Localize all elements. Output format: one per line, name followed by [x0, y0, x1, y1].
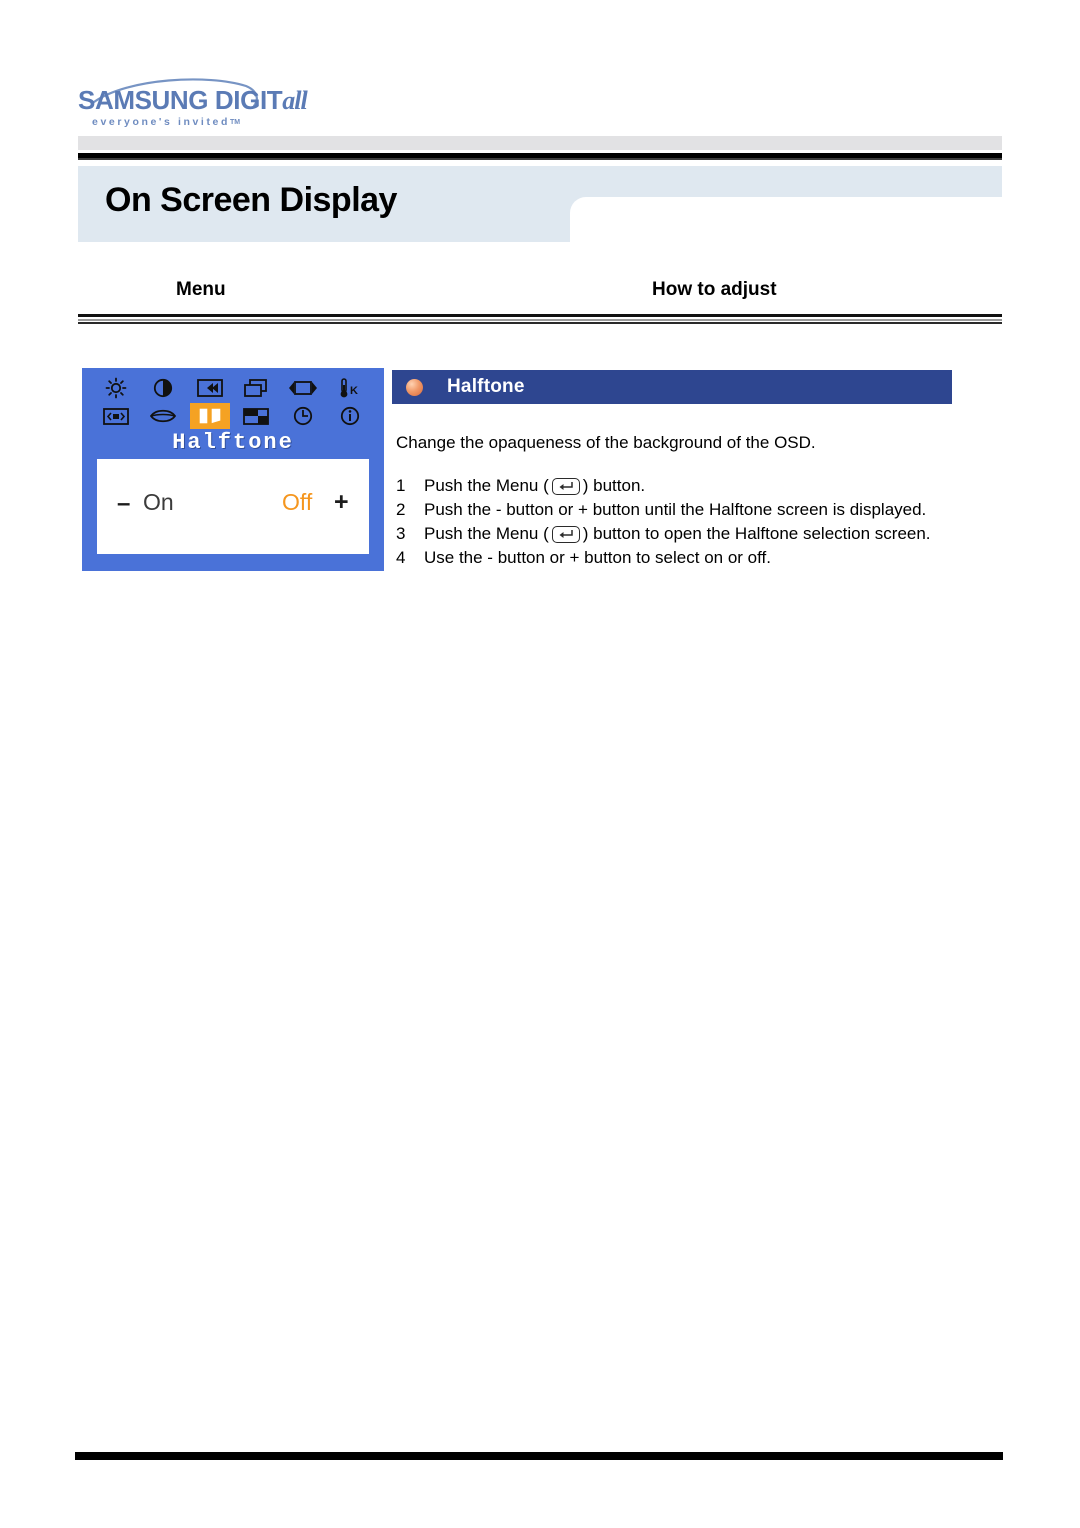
logo-wordmark: SAMSUNG DIGITall [78, 85, 308, 116]
logo-tagline-text: everyone's invited [92, 116, 231, 128]
menu-enter-key-icon [551, 477, 580, 495]
step-text: Use the - button or + button to select o… [424, 548, 771, 568]
osd-menu-label: Halftone [172, 430, 294, 455]
step-number: 1 [396, 476, 406, 495]
step-text-after: ) button to open the Halftone selection … [582, 524, 931, 543]
step-text-before: Push the Menu ( [424, 524, 549, 543]
list-item: 1 Push the Menu ( ) button. [396, 476, 1016, 500]
osd-value-box: – On Off + [97, 459, 369, 554]
header-rule-middle [78, 319, 1002, 321]
section-intro-text: Change the opaqueness of the background … [396, 433, 816, 452]
osd-option-on[interactable]: On [143, 487, 174, 517]
pincushion-icon[interactable] [96, 403, 136, 429]
step-text-before: Push the Menu ( [424, 476, 549, 495]
samsung-logo: SAMSUNG DIGITall everyone's invitedTM [78, 76, 308, 128]
logo-tagline-tm: TM [230, 119, 241, 126]
step-number: 3 [396, 524, 406, 543]
logo-tagline: everyone's invitedTM [92, 116, 240, 128]
osd-icon-row-1: K [96, 374, 370, 402]
list-item: 3 Push the Menu ( ) button to open the H… [396, 524, 1016, 548]
section-title: Halftone [447, 376, 525, 397]
column-header-menu: Menu [176, 279, 226, 300]
logo-wordmark-italic: all [282, 86, 307, 115]
osd-preview-panel: K Halftone – On Off + [82, 368, 384, 571]
osd-minus-button[interactable]: – [117, 492, 130, 516]
step-list: 1 Push the Menu ( ) button. 2 Push the -… [396, 476, 1016, 572]
brightness-icon[interactable] [96, 375, 136, 401]
step-text-after: ) button. [582, 476, 646, 495]
step-text: Push the Menu ( ) button to open the Hal… [424, 524, 931, 544]
contrast-icon[interactable] [143, 375, 183, 401]
header-rule-bottom [78, 322, 1002, 324]
column-header-how-to-adjust: How to adjust [652, 279, 777, 300]
osd-position-icon[interactable] [236, 403, 276, 429]
bottom-rule [75, 1452, 1003, 1460]
halftone-icon[interactable] [189, 403, 230, 429]
osd-option-off[interactable]: Off [282, 487, 312, 517]
osd-icon-row-2 [96, 402, 370, 430]
color-temperature-icon[interactable]: K [330, 375, 370, 401]
language-icon[interactable] [143, 403, 183, 429]
horizontal-position-icon[interactable] [283, 375, 323, 401]
display-time-icon[interactable] [283, 403, 323, 429]
orange-sphere-bullet-icon [406, 378, 423, 396]
title-banner-cutout [570, 197, 1002, 243]
step-text: Push the Menu ( ) button. [424, 476, 645, 496]
top-grey-band [78, 136, 1002, 150]
list-item: 2 Push the - button or + button until th… [396, 500, 1016, 524]
step-text-before: Use the - button or + button to select o… [424, 548, 771, 567]
information-icon[interactable] [330, 403, 370, 429]
page-title: On Screen Display [105, 181, 397, 219]
step-text: Push the - button or + button until the … [424, 500, 926, 520]
step-number: 4 [396, 548, 406, 567]
section-header: Halftone [392, 370, 952, 404]
list-item: 4 Use the - button or + button to select… [396, 548, 1016, 572]
logo-wordmark-main: SAMSUNG DIGIT [78, 85, 283, 115]
menu-enter-key-icon [551, 525, 580, 543]
top-rule-thin [78, 158, 1002, 160]
image-size-icon[interactable] [236, 375, 276, 401]
step-text-before: Push the - button or + button until the … [424, 500, 927, 519]
step-number: 2 [396, 500, 406, 519]
osd-plus-button[interactable]: + [334, 489, 349, 515]
image-lock-icon[interactable] [190, 375, 230, 401]
svg-text:K: K [350, 385, 358, 397]
header-rule-top [78, 314, 1002, 317]
